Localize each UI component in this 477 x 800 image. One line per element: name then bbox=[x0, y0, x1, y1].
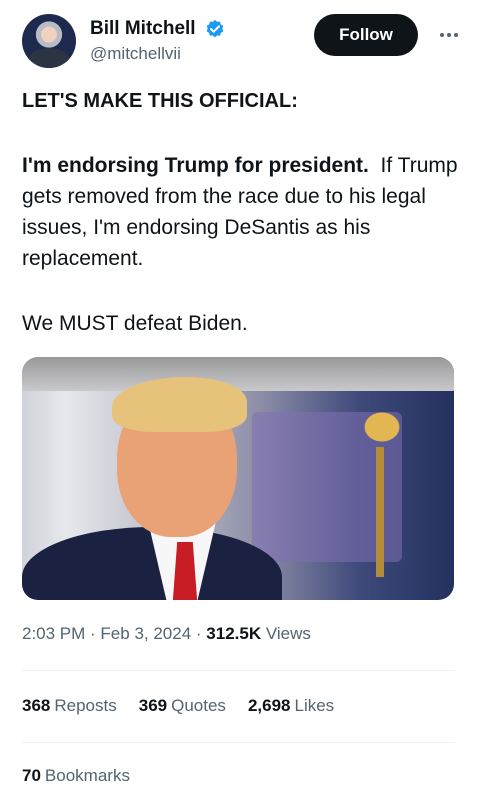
likes-count: 2,698 bbox=[247, 696, 291, 715]
tweet-date[interactable]: Feb 3, 2024 bbox=[100, 624, 191, 643]
follow-button[interactable]: Follow bbox=[314, 14, 418, 56]
quotes-count: 369 bbox=[138, 696, 168, 715]
tweet-headline: LET'S MAKE THIS OFFICIAL: bbox=[22, 90, 298, 112]
bookmarks-label: Bookmarks bbox=[44, 766, 130, 785]
divider bbox=[22, 742, 454, 743]
reposts-stat[interactable]: 368 Reposts bbox=[22, 696, 117, 716]
meta-separator-2: · bbox=[191, 624, 207, 643]
avatar[interactable] bbox=[22, 14, 76, 68]
quotes-label: Quotes bbox=[171, 696, 226, 715]
bookmarks-stat[interactable]: 70 Bookmarks bbox=[22, 766, 130, 786]
tweet-meta: 2:03 PM · Feb 3, 2024 · 312.5K Views bbox=[22, 624, 311, 644]
verified-badge-icon bbox=[206, 19, 224, 38]
more-dots-icon[interactable] bbox=[436, 24, 462, 46]
divider bbox=[22, 670, 454, 671]
avatar-shirt bbox=[28, 48, 70, 68]
quotes-stat[interactable]: 369 Quotes bbox=[139, 696, 226, 716]
tweet-header: Bill Mitchell @mitchellvii Follow bbox=[22, 14, 462, 72]
author-name[interactable]: Bill Mitchell bbox=[90, 18, 196, 40]
meta-separator-1: · bbox=[85, 624, 101, 643]
author-name-row: Bill Mitchell bbox=[90, 18, 225, 40]
views-label: Views bbox=[265, 624, 311, 643]
views-count: 312.5K bbox=[206, 624, 262, 643]
tweet-bold-text: I'm endorsing Trump for president. bbox=[22, 154, 369, 177]
likes-label: Likes bbox=[294, 696, 335, 715]
photo-ceiling bbox=[22, 357, 454, 391]
photo-eagle bbox=[352, 402, 412, 452]
author-handle[interactable]: @mitchellvii bbox=[90, 44, 181, 64]
tweet-final-line: We MUST defeat Biden. bbox=[22, 312, 248, 335]
bookmarks-count: 70 bbox=[22, 766, 41, 785]
tweet-body: I'm endorsing Trump for president. If Tr… bbox=[22, 150, 462, 274]
tweet-photo[interactable] bbox=[22, 357, 454, 600]
tweet-stats: 368 Reposts 369 Quotes 2,698 Likes bbox=[22, 696, 334, 716]
tweet-time[interactable]: 2:03 PM bbox=[22, 624, 85, 643]
reposts-label: Reposts bbox=[54, 696, 117, 715]
likes-stat[interactable]: 2,698 Likes bbox=[248, 696, 334, 716]
photo-hair bbox=[112, 377, 247, 432]
reposts-count: 368 bbox=[22, 696, 51, 715]
photo-flag-pole bbox=[376, 447, 384, 577]
